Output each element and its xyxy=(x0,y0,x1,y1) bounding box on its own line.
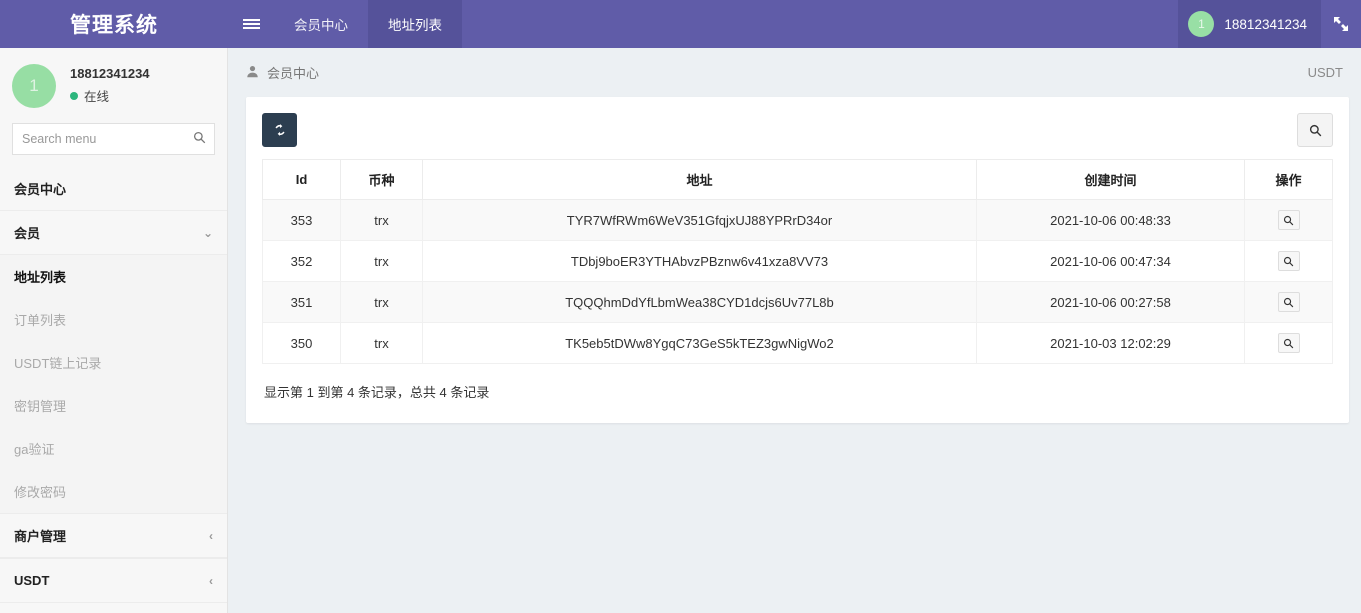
nav-tab-address-list[interactable]: 地址列表 xyxy=(368,0,462,48)
search-icon[interactable] xyxy=(193,131,206,149)
sidebar-item-usdt[interactable]: USDT ‹ xyxy=(0,558,227,603)
cell-created-time: 2021-10-06 00:27:58 xyxy=(977,282,1245,323)
cell-id: 353 xyxy=(263,200,341,241)
cell-coin: trx xyxy=(341,323,423,364)
breadcrumb-text: 会员中心 xyxy=(267,63,319,82)
app-logo[interactable]: 管理系统 xyxy=(0,0,228,48)
sidebar-item-label: 会员中心 xyxy=(14,179,213,198)
online-dot-icon xyxy=(70,92,78,100)
status-label: 在线 xyxy=(84,86,109,105)
sidebar-item-label: 会员 xyxy=(14,223,203,242)
cell-id: 350 xyxy=(263,323,341,364)
nav-tab-label: 会员中心 xyxy=(294,14,348,34)
view-icon[interactable] xyxy=(1278,210,1300,230)
cell-operation xyxy=(1245,200,1333,241)
sidebar-search xyxy=(12,123,215,155)
cell-id: 351 xyxy=(263,282,341,323)
table-row[interactable]: 353 trx TYR7WfRWm6WeV351GfqjxUJ88YPRrD34… xyxy=(263,200,1333,241)
cell-address: TDbj9boER3YTHAbvzPBznw6v41xza8VV73 xyxy=(423,241,977,282)
nav-tab-label: 地址列表 xyxy=(388,14,442,34)
column-header-address[interactable]: 地址 xyxy=(423,160,977,200)
chevron-down-icon: ⌄ xyxy=(203,227,213,239)
table-panel: Id 币种 地址 创建时间 操作 353 trx TYR7WfRWm6WeV35… xyxy=(246,97,1349,423)
refresh-icon[interactable] xyxy=(262,113,297,147)
table-row[interactable]: 350 trx TK5eb5tDWw8YgqC73GeS5kTEZ3gwNigW… xyxy=(263,323,1333,364)
breadcrumb-right-label: USDT xyxy=(1308,65,1343,80)
search-icon[interactable] xyxy=(1297,113,1333,147)
sidebar: 1 18812341234 在线 会员中心 会员 ⌄ xyxy=(0,48,228,613)
cell-id: 352 xyxy=(263,241,341,282)
top-right-area: 1 18812341234 xyxy=(1178,0,1361,48)
table-toolbar xyxy=(262,113,1333,147)
sidebar-user-panel: 1 18812341234 在线 xyxy=(0,48,227,123)
column-header-operation[interactable]: 操作 xyxy=(1245,160,1333,200)
avatar: 1 xyxy=(1188,11,1214,37)
avatar-text: 1 xyxy=(29,76,38,96)
chevron-left-icon: ‹ xyxy=(209,575,213,587)
sidebar-item-usdt-chain-records[interactable]: USDT链上记录 xyxy=(0,341,227,384)
table-row[interactable]: 351 trx TQQQhmDdYfLbmWea38CYD1dcjs6Uv77L… xyxy=(263,282,1333,323)
fullscreen-icon[interactable] xyxy=(1321,0,1361,48)
table-body: 353 trx TYR7WfRWm6WeV351GfqjxUJ88YPRrD34… xyxy=(263,200,1333,364)
breadcrumb: 会员中心 USDT xyxy=(228,48,1361,97)
cell-address: TYR7WfRWm6WeV351GfqjxUJ88YPRrD34or xyxy=(423,200,977,241)
cell-address: TQQQhmDdYfLbmWea38CYD1dcjs6Uv77L8b xyxy=(423,282,977,323)
sidebar-item-address-list[interactable]: 地址列表 xyxy=(0,255,227,298)
cell-operation xyxy=(1245,282,1333,323)
sidebar-item-label: 修改密码 xyxy=(14,482,213,501)
sidebar-menu: 会员中心 会员 ⌄ 地址列表 订单列表 USDT链上记录 密钥管 xyxy=(0,167,227,603)
address-table: Id 币种 地址 创建时间 操作 353 trx TYR7WfRWm6WeV35… xyxy=(262,159,1333,364)
view-icon[interactable] xyxy=(1278,292,1300,312)
avatar-text: 1 xyxy=(1198,17,1205,31)
chevron-left-icon: ‹ xyxy=(209,530,213,542)
sidebar-username: 18812341234 xyxy=(70,66,150,81)
view-icon[interactable] xyxy=(1278,251,1300,271)
sidebar-item-label: USDT xyxy=(14,573,209,588)
view-icon[interactable] xyxy=(1278,333,1300,353)
nav-tab-member-center[interactable]: 会员中心 xyxy=(274,0,368,48)
column-header-created-time[interactable]: 创建时间 xyxy=(977,160,1245,200)
sidebar-item-label: 订单列表 xyxy=(14,310,213,329)
table-header: Id 币种 地址 创建时间 操作 xyxy=(263,160,1333,200)
avatar: 1 xyxy=(12,64,56,108)
header-username: 18812341234 xyxy=(1224,17,1307,32)
sidebar-item-label: 地址列表 xyxy=(14,267,213,286)
hamburger-icon[interactable] xyxy=(228,0,274,48)
sidebar-item-change-password[interactable]: 修改密码 xyxy=(0,470,227,513)
column-header-id[interactable]: Id xyxy=(263,160,341,200)
sidebar-item-label: 商户管理 xyxy=(14,526,209,545)
sidebar-item-ga-verification[interactable]: ga验证 xyxy=(0,427,227,470)
cell-operation xyxy=(1245,241,1333,282)
user-icon xyxy=(246,65,259,81)
main-content: 会员中心 USDT Id 币种 地址 xyxy=(228,48,1361,613)
cell-coin: trx xyxy=(341,200,423,241)
top-header-bar: 管理系统 会员中心 地址列表 1 18812341234 xyxy=(0,0,1361,48)
cell-operation xyxy=(1245,323,1333,364)
header-user-menu[interactable]: 1 18812341234 xyxy=(1178,0,1321,48)
table-pagination-info: 显示第 1 到第 4 条记录，总共 4 条记录 xyxy=(262,364,1333,407)
column-header-coin[interactable]: 币种 xyxy=(341,160,423,200)
sidebar-item-merchant-management[interactable]: 商户管理 ‹ xyxy=(0,513,227,558)
app-logo-text: 管理系统 xyxy=(70,9,158,39)
cell-address: TK5eb5tDWw8YgqC73GeS5kTEZ3gwNigWo2 xyxy=(423,323,977,364)
sidebar-item-label: USDT链上记录 xyxy=(14,353,213,372)
cell-created-time: 2021-10-06 00:47:34 xyxy=(977,241,1245,282)
cell-coin: trx xyxy=(341,282,423,323)
search-input[interactable] xyxy=(12,123,215,155)
cell-created-time: 2021-10-06 00:48:33 xyxy=(977,200,1245,241)
status-badge: 在线 xyxy=(70,86,150,105)
table-row[interactable]: 352 trx TDbj9boER3YTHAbvzPBznw6v41xza8VV… xyxy=(263,241,1333,282)
sidebar-item-label: 密钥管理 xyxy=(14,396,213,415)
table-header-row: Id 币种 地址 创建时间 操作 xyxy=(263,160,1333,200)
sidebar-item-label: ga验证 xyxy=(14,439,213,458)
cell-coin: trx xyxy=(341,241,423,282)
sidebar-item-key-management[interactable]: 密钥管理 xyxy=(0,384,227,427)
sidebar-item-order-list[interactable]: 订单列表 xyxy=(0,298,227,341)
top-navigation: 会员中心 地址列表 1 18812341234 xyxy=(228,0,1361,48)
sidebar-item-member-center[interactable]: 会员中心 xyxy=(0,167,227,210)
cell-created-time: 2021-10-03 12:02:29 xyxy=(977,323,1245,364)
sidebar-item-member[interactable]: 会员 ⌄ xyxy=(0,210,227,255)
